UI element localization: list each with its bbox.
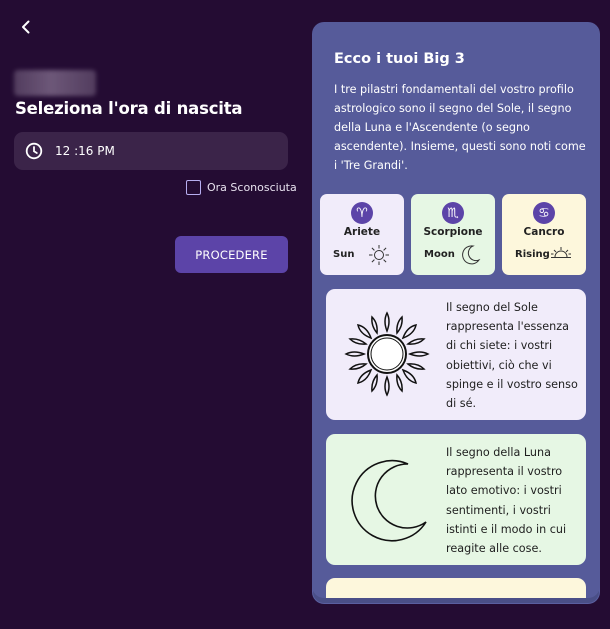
- sign-role: Rising: [515, 249, 550, 260]
- scorpio-glyph-icon: ♏: [442, 202, 464, 224]
- moon-icon: [462, 245, 481, 265]
- proceed-button[interactable]: PROCEDERE: [175, 236, 288, 273]
- birth-time-field[interactable]: 12 :16 PM: [14, 132, 288, 170]
- signs-row: ♈ Ariete Sun ♏ Scorpione Moon ♋ Cancro R…: [320, 194, 600, 275]
- sign-card-rising: ♋ Cancro Rising: [502, 194, 586, 275]
- sun-illustration: [344, 311, 430, 397]
- moon-illustration: [351, 459, 427, 542]
- sign-role: Sun: [333, 249, 355, 260]
- chevron-left-icon: [22, 20, 30, 34]
- checkbox-box[interactable]: [186, 180, 201, 195]
- aries-glyph-icon: ♈: [351, 202, 373, 224]
- page-title: Seleziona l'ora di nascita: [15, 99, 243, 118]
- sun-info-card: Il segno del Sole rappresenta l'essenza …: [326, 289, 586, 420]
- blurred-profile-name: [14, 70, 96, 96]
- panel-intro: I tre pilastri fondamentali del vostro p…: [334, 83, 586, 172]
- sun-icon: [369, 245, 389, 265]
- unknown-time-label: Ora Sconosciuta: [207, 181, 297, 194]
- sign-name: Scorpione: [423, 226, 483, 238]
- sign-card-sun: ♈ Ariete Sun: [320, 194, 404, 275]
- back-button[interactable]: [16, 16, 36, 38]
- sign-role: Moon: [424, 249, 455, 260]
- rising-info-card: [326, 578, 586, 598]
- cancer-glyph-icon: ♋: [533, 202, 555, 224]
- sun-info-text: Il segno del Sole rappresenta l'essenza …: [446, 301, 578, 411]
- unknown-time-checkbox[interactable]: Ora Sconosciuta: [186, 180, 297, 195]
- moon-info-text: Il segno della Luna rappresenta il vostr…: [446, 446, 567, 556]
- big-three-panel[interactable]: Ecco i tuoi Big 3 I tre pilastri fondame…: [312, 22, 600, 598]
- sign-name: Ariete: [343, 226, 381, 238]
- sign-name: Cancro: [523, 226, 565, 238]
- sign-card-moon: ♏ Scorpione Moon: [411, 194, 495, 275]
- moon-info-card: Il segno della Luna rappresenta il vostr…: [326, 434, 586, 565]
- clock-icon: [25, 142, 43, 160]
- birth-time-value: 12 :16 PM: [55, 144, 115, 158]
- panel-title: Ecco i tuoi Big 3: [334, 51, 465, 67]
- rising-icon: [551, 247, 571, 258]
